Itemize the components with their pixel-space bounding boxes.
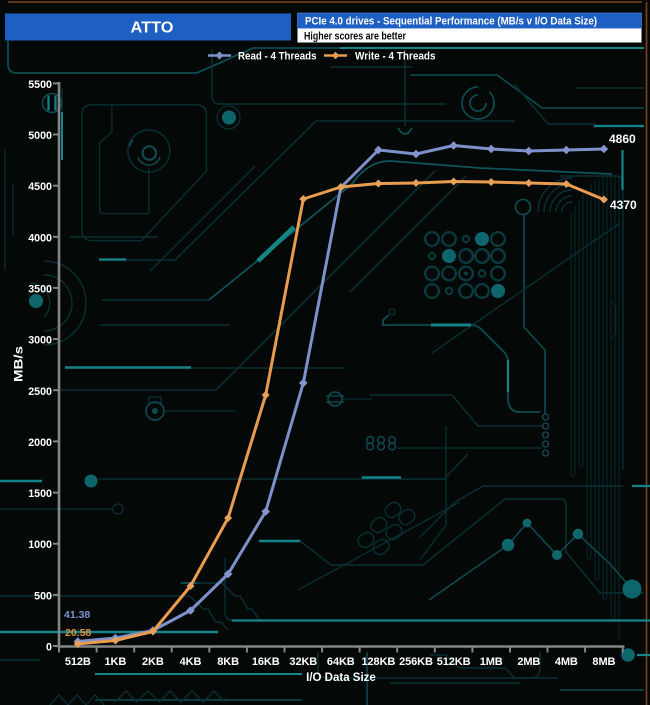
svg-text:3500: 3500 <box>28 283 52 295</box>
svg-text:I/O Data Size: I/O Data Size <box>306 672 376 684</box>
svg-text:256KB: 256KB <box>399 656 433 668</box>
svg-text:2KB: 2KB <box>142 656 164 668</box>
svg-text:Higher scores are better: Higher scores are better <box>304 31 407 43</box>
svg-text:8MB: 8MB <box>592 656 615 668</box>
svg-text:ATTO: ATTO <box>131 20 174 37</box>
svg-text:Read - 4 Threads: Read - 4 Threads <box>238 51 317 63</box>
svg-text:Write - 4 Threads: Write - 4 Threads <box>355 51 436 63</box>
svg-text:4500: 4500 <box>28 181 52 193</box>
svg-text:1MB: 1MB <box>480 656 503 668</box>
svg-text:2000: 2000 <box>28 437 52 449</box>
svg-text:512B: 512B <box>65 656 91 668</box>
svg-text:4370: 4370 <box>610 198 637 212</box>
svg-text:4860: 4860 <box>609 132 636 146</box>
svg-text:1KB: 1KB <box>105 656 127 668</box>
svg-text:0: 0 <box>46 642 52 654</box>
svg-text:2500: 2500 <box>28 386 52 398</box>
svg-text:5500: 5500 <box>28 79 52 91</box>
svg-text:1500: 1500 <box>28 488 52 500</box>
svg-text:8KB: 8KB <box>217 656 239 668</box>
svg-text:1000: 1000 <box>28 539 52 551</box>
svg-text:3000: 3000 <box>28 335 52 347</box>
svg-text:2MB: 2MB <box>517 656 540 668</box>
svg-text:500: 500 <box>34 590 52 602</box>
svg-text:20.58: 20.58 <box>65 627 91 639</box>
svg-text:41.38: 41.38 <box>64 609 90 621</box>
svg-text:4MB: 4MB <box>555 656 578 668</box>
svg-text:128KB: 128KB <box>362 656 396 668</box>
svg-text:PCIe 4.0 drives - Sequential P: PCIe 4.0 drives - Sequential Performance… <box>305 15 597 27</box>
svg-text:MB/s: MB/s <box>12 346 26 382</box>
svg-text:64KB: 64KB <box>327 656 355 668</box>
svg-text:4000: 4000 <box>28 232 52 244</box>
svg-text:512KB: 512KB <box>437 656 471 668</box>
svg-text:5000: 5000 <box>28 130 52 142</box>
svg-text:4KB: 4KB <box>180 656 202 668</box>
svg-text:32KB: 32KB <box>289 656 317 668</box>
svg-text:16KB: 16KB <box>252 656 280 668</box>
